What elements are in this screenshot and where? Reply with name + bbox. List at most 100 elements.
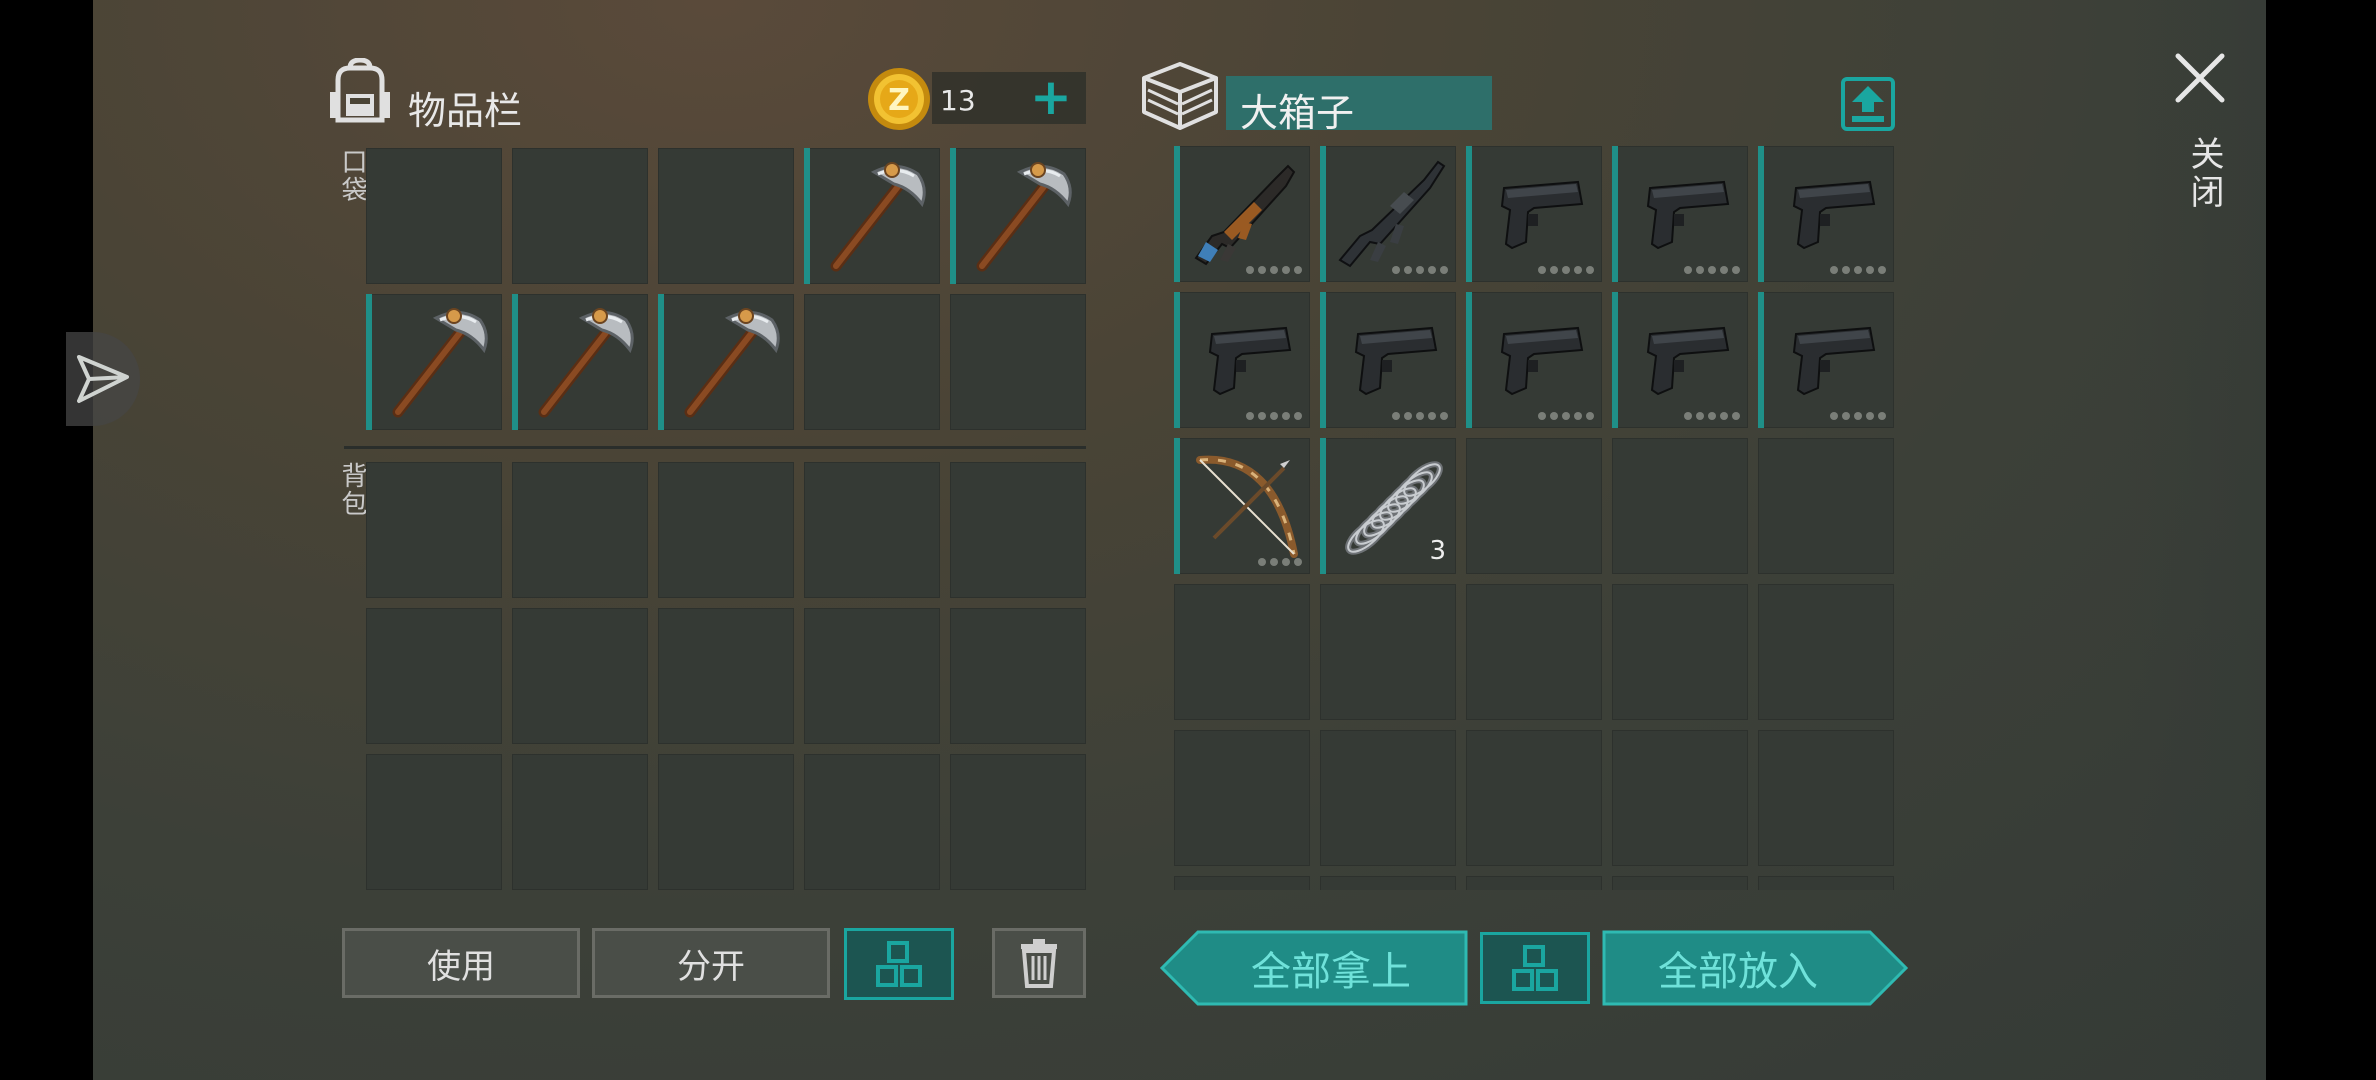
backpack-slot[interactable] (366, 754, 502, 890)
durability-dots (1538, 412, 1594, 420)
container-slot[interactable] (1466, 584, 1602, 720)
put-all-button[interactable]: 全部放入 (1602, 930, 1908, 1006)
container-slot[interactable] (1320, 146, 1456, 282)
grid-sort-icon (876, 941, 922, 987)
durability-dots (1684, 266, 1740, 274)
take-all-button[interactable]: 全部拿上 (1160, 930, 1468, 1006)
backpack-slot[interactable] (804, 754, 940, 890)
pocket-slot[interactable] (804, 148, 940, 284)
container-box-icon (1142, 62, 1218, 130)
pistol-icon (1646, 326, 1730, 396)
container-slot[interactable] (1174, 146, 1310, 282)
backpack-slot[interactable] (366, 608, 502, 744)
container-slot[interactable] (1320, 876, 1456, 890)
backpack-grid (366, 462, 1086, 890)
backpack-slot[interactable] (950, 462, 1086, 598)
paper-plane-icon (77, 355, 129, 403)
container-slot[interactable] (1466, 876, 1602, 890)
backpack-slot[interactable] (804, 462, 940, 598)
container-slot[interactable] (1612, 876, 1748, 890)
container-scroll-area[interactable]: 3 (1174, 146, 1896, 890)
backpack-slot[interactable] (512, 754, 648, 890)
container-slot[interactable] (1612, 730, 1748, 866)
container-slot[interactable] (1758, 146, 1894, 282)
container-slot[interactable] (1466, 292, 1602, 428)
backpack-slot[interactable] (366, 462, 502, 598)
inventory-screen: { "inventory": { "title": "物品栏", "pocket… (0, 0, 2376, 1080)
durability-dots (1684, 412, 1740, 420)
put-all-label: 全部放入 (1658, 949, 1818, 995)
use-button[interactable]: 使用 (342, 928, 580, 998)
backpack-slot[interactable] (950, 754, 1086, 890)
close-icon[interactable] (2172, 50, 2228, 106)
bow-icon (1196, 455, 1298, 558)
container-slot[interactable] (1320, 730, 1456, 866)
container-slot[interactable] (1174, 438, 1310, 574)
pickaxe-icon (392, 308, 488, 418)
pocket-slot[interactable] (658, 294, 794, 430)
item-quantity: 3 (1429, 536, 1446, 566)
durability-dots (1830, 412, 1886, 420)
container-slot[interactable] (1466, 146, 1602, 282)
section-divider (344, 446, 1086, 449)
pickaxe-icon (830, 162, 926, 272)
trash-icon (1021, 939, 1057, 988)
m16-rifle-icon (1338, 160, 1446, 268)
container-slot[interactable] (1466, 730, 1602, 866)
take-all-label: 全部拿上 (1251, 949, 1411, 995)
discard-button[interactable] (992, 928, 1086, 998)
pocket-slot[interactable] (366, 148, 502, 284)
container-slot[interactable] (1758, 876, 1894, 890)
container-slot[interactable] (1320, 584, 1456, 720)
container-slot[interactable] (1612, 438, 1748, 574)
durability-dots (1392, 412, 1448, 420)
container-slot[interactable] (1466, 438, 1602, 574)
container-slot[interactable] (1174, 292, 1310, 428)
right-black-bar (2266, 0, 2376, 1080)
pickaxe-icon (976, 162, 1072, 272)
container-slot[interactable] (1320, 292, 1456, 428)
container-slot[interactable] (1758, 438, 1894, 574)
container-slot[interactable] (1174, 876, 1310, 890)
pocket-slot[interactable] (658, 148, 794, 284)
container-name: 大箱子 (1240, 91, 1355, 135)
durability-dots (1246, 266, 1302, 274)
container-slot[interactable] (1758, 730, 1894, 866)
durability-dots (1392, 266, 1448, 274)
pocket-slot[interactable] (950, 148, 1086, 284)
pickaxe-icon (684, 308, 780, 418)
backpack-slot[interactable] (658, 754, 794, 890)
container-slot[interactable] (1612, 584, 1748, 720)
pocket-slot[interactable] (512, 294, 648, 430)
backpack-slot[interactable] (658, 462, 794, 598)
container-slot[interactable] (1758, 292, 1894, 428)
share-button[interactable] (66, 332, 140, 426)
pistol-icon (1646, 180, 1730, 250)
left-black-bar (0, 0, 93, 1080)
split-button[interactable]: 分开 (592, 928, 830, 998)
container-slot[interactable] (1758, 584, 1894, 720)
pistol-icon (1500, 180, 1584, 250)
container-slot[interactable] (1174, 584, 1310, 720)
backpack-slot[interactable] (658, 608, 794, 744)
container-slot[interactable] (1174, 730, 1310, 866)
container-slot[interactable] (1612, 146, 1748, 282)
backpack-slot[interactable] (950, 608, 1086, 744)
close-label[interactable]: 关闭 (2180, 136, 2229, 212)
upload-icon[interactable] (1840, 76, 1896, 132)
backpack-slot[interactable] (512, 462, 648, 598)
container-slot[interactable]: 3 (1320, 438, 1456, 574)
sort-inventory-button[interactable] (844, 928, 954, 1000)
pistol-icon (1354, 326, 1438, 396)
add-coins-button[interactable]: + (1028, 72, 1074, 124)
container-slot[interactable] (1612, 292, 1748, 428)
backpack-slot[interactable] (512, 608, 648, 744)
pocket-slot[interactable] (512, 148, 648, 284)
durability-dots (1830, 266, 1886, 274)
sort-container-button[interactable] (1480, 932, 1590, 1004)
pocket-slot[interactable] (366, 294, 502, 430)
ak-rifle-icon (1194, 164, 1296, 266)
backpack-slot[interactable] (804, 608, 940, 744)
pocket-slot[interactable] (804, 294, 940, 430)
pocket-slot[interactable] (950, 294, 1086, 430)
